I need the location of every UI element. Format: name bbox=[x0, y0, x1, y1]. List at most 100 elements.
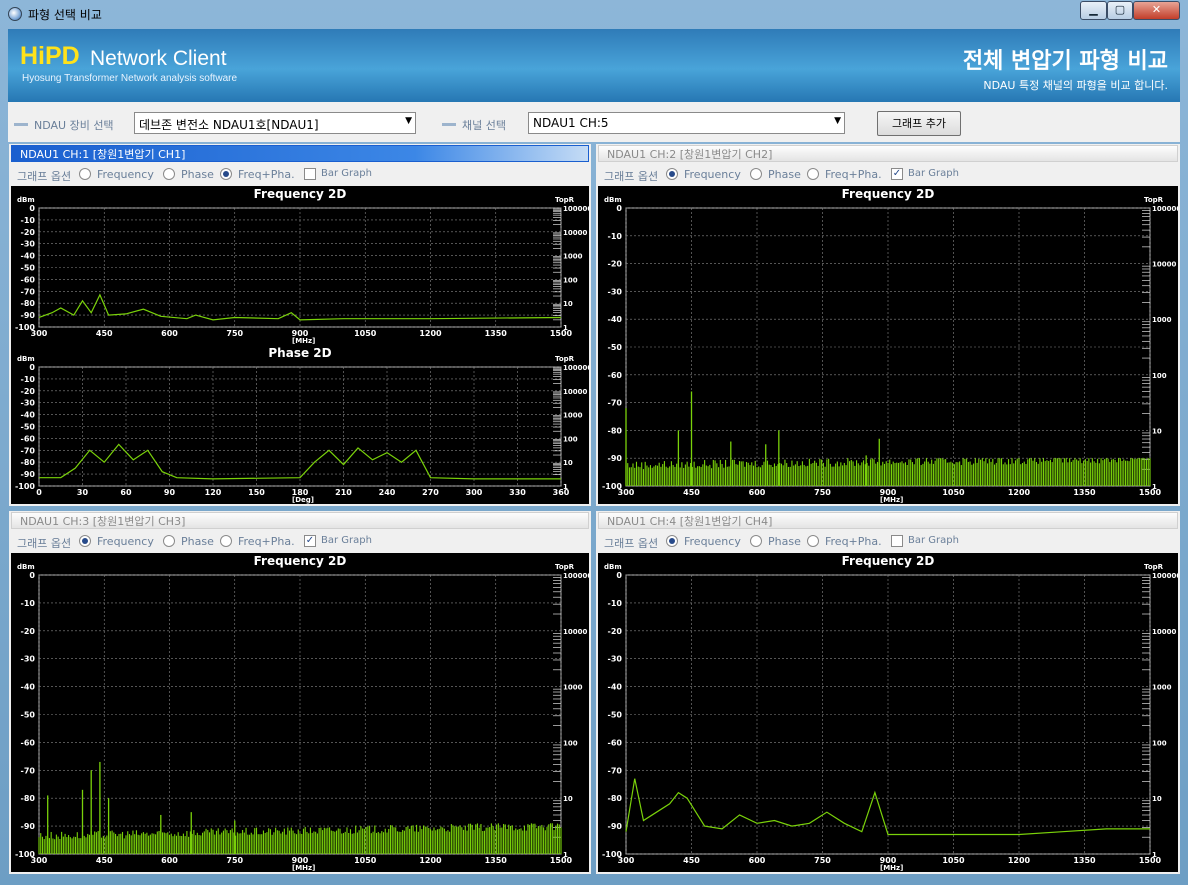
radio-freqpha-label[interactable]: Freq+Pha. bbox=[238, 168, 295, 181]
device-label: NDAU 장비 선택 bbox=[34, 119, 114, 132]
y-tick-label: -10 bbox=[21, 216, 36, 225]
panel-title[interactable]: NDAU1 CH:1 [창원1변압기 CH1] bbox=[11, 145, 589, 162]
radio-freqpha-label[interactable]: Freq+Pha. bbox=[825, 535, 882, 548]
y2-axis-label: TopR bbox=[555, 196, 575, 204]
close-button[interactable]: ✕ bbox=[1133, 1, 1180, 20]
x-tick-label: 270 bbox=[422, 488, 439, 497]
radio-phase[interactable] bbox=[163, 168, 175, 180]
y2-tick-label: 1000 bbox=[563, 412, 583, 420]
radio-frequency[interactable] bbox=[79, 535, 91, 547]
radio-phase[interactable] bbox=[750, 168, 762, 180]
x-tick-label: 450 bbox=[96, 329, 113, 338]
y-tick-label: -10 bbox=[21, 599, 36, 608]
y2-axis-label: TopR bbox=[555, 563, 575, 571]
bar-graph-checkbox[interactable]: ✓ bbox=[891, 168, 903, 180]
graph-options-label: 그래프 옵션 bbox=[17, 170, 72, 183]
title-bar[interactable]: 파형 선택 비교 ▁ ▢ ✕ bbox=[0, 0, 1188, 28]
page-title: 전체 변압기 파형 비교 bbox=[962, 49, 1168, 74]
channel-select[interactable]: NDAU1 CH:5 ▼ bbox=[528, 112, 845, 134]
maximize-button[interactable]: ▢ bbox=[1107, 1, 1133, 20]
y2-tick-label: 100000 bbox=[563, 364, 589, 372]
y-tick-label: -80 bbox=[21, 458, 36, 467]
chart: Frequency 2D dBm TopR [MHz] 0 -10 -20 -30 -40 -50… bbox=[602, 554, 1178, 872]
bar-graph-checkbox[interactable] bbox=[891, 535, 903, 547]
x-tick-label: 1050 bbox=[942, 856, 965, 865]
bar-graph-label[interactable]: Bar Graph bbox=[321, 535, 372, 546]
y-tick-label: -50 bbox=[21, 711, 36, 720]
radio-phase-label[interactable]: Phase bbox=[181, 168, 214, 181]
x-tick-label: 600 bbox=[161, 856, 178, 865]
add-graph-button[interactable]: 그래프 추가 bbox=[877, 111, 961, 136]
chevron-down-icon: ▼ bbox=[834, 116, 841, 126]
y-tick-label: -60 bbox=[21, 275, 36, 284]
graph-options-label: 그래프 옵션 bbox=[17, 537, 72, 550]
x-tick-label: 750 bbox=[226, 329, 243, 338]
x-tick-label: 600 bbox=[749, 488, 766, 497]
radio-phase-label[interactable]: Phase bbox=[181, 535, 214, 548]
x-tick-label: 1050 bbox=[354, 329, 377, 338]
y-tick-label: -60 bbox=[608, 371, 623, 380]
x-tick-label: 120 bbox=[205, 488, 222, 497]
dash-icon bbox=[14, 123, 28, 126]
y2-tick-label: 1000 bbox=[1152, 684, 1172, 692]
app-window: 파형 선택 비교 ▁ ▢ ✕ HiPD Network Client Hyosu… bbox=[0, 0, 1188, 885]
graph-area: Frequency 2D dBm TopR [MHz] 0 -10 -20 -30 -40 -50… bbox=[598, 553, 1178, 872]
x-axis-label: [MHz] bbox=[292, 864, 315, 872]
radio-phase[interactable] bbox=[750, 535, 762, 547]
radio-phase-label[interactable]: Phase bbox=[768, 168, 801, 181]
x-tick-label: 30 bbox=[77, 488, 89, 497]
radio-frequency-label[interactable]: Frequency bbox=[97, 535, 154, 548]
radio-frequency-label[interactable]: Frequency bbox=[684, 168, 741, 181]
y2-tick-label: 10000 bbox=[1152, 628, 1176, 636]
y2-tick-label: 10 bbox=[563, 795, 573, 803]
x-tick-label: 300 bbox=[31, 856, 48, 865]
radio-frequency-label[interactable]: Frequency bbox=[97, 168, 154, 181]
x-tick-label: 450 bbox=[96, 856, 113, 865]
y-tick-label: -50 bbox=[21, 264, 36, 273]
minimize-button[interactable]: ▁ bbox=[1080, 1, 1107, 20]
device-select[interactable]: 데브존 변전소 NDAU1호[NDAU1] ▼ bbox=[134, 112, 416, 134]
y-tick-label: -90 bbox=[21, 311, 36, 320]
radio-freqpha[interactable] bbox=[220, 535, 232, 547]
x-tick-label: 300 bbox=[31, 329, 48, 338]
radio-phase-label[interactable]: Phase bbox=[768, 535, 801, 548]
bar-graph-checkbox[interactable] bbox=[304, 168, 316, 180]
radio-frequency[interactable] bbox=[666, 168, 678, 180]
panel-title[interactable]: NDAU1 CH:2 [창원1변압기 CH2] bbox=[598, 145, 1178, 162]
y-tick-label: -40 bbox=[608, 315, 623, 324]
x-tick-label: 1500 bbox=[1139, 488, 1162, 497]
bar-graph-label[interactable]: Bar Graph bbox=[908, 535, 959, 546]
bar-graph-label[interactable]: Bar Graph bbox=[321, 168, 372, 179]
y2-tick-label: 100 bbox=[1152, 372, 1167, 380]
y2-tick-label: 1000 bbox=[1152, 316, 1172, 324]
x-tick-label: 1350 bbox=[1073, 488, 1096, 497]
radio-freqpha[interactable] bbox=[220, 168, 232, 180]
radio-frequency-label[interactable]: Frequency bbox=[684, 535, 741, 548]
x-tick-label: 1500 bbox=[550, 856, 573, 865]
x-tick-label: 1500 bbox=[1139, 856, 1162, 865]
panel-title[interactable]: NDAU1 CH:4 [창원1변압기 CH4] bbox=[598, 512, 1178, 529]
radio-frequency[interactable] bbox=[666, 535, 678, 547]
radio-freqpha-label[interactable]: Freq+Pha. bbox=[825, 168, 882, 181]
toolbar: NDAU 장비 선택 데브존 변전소 NDAU1호[NDAU1] ▼ 채널 선택… bbox=[8, 102, 1180, 142]
chart-title: Frequency 2D bbox=[254, 554, 347, 568]
graph-options: 그래프 옵션 Frequency Phase Freq+Pha. Bar Graph bbox=[9, 163, 591, 186]
bar-graph-label[interactable]: Bar Graph bbox=[908, 168, 959, 179]
graph-panel-ch1: NDAU1 CH:1 [창원1변압기 CH1] 그래프 옵션 Frequency Ph… bbox=[9, 144, 591, 506]
graph-options: 그래프 옵션 Frequency Phase Freq+Pha. ✓ Bar Graph bbox=[9, 530, 591, 553]
radio-freqpha-label[interactable]: Freq+Pha. bbox=[238, 535, 295, 548]
radio-phase[interactable] bbox=[163, 535, 175, 547]
radio-freqpha[interactable] bbox=[807, 535, 819, 547]
y-tick-label: -70 bbox=[21, 446, 36, 455]
bar-graph-checkbox[interactable]: ✓ bbox=[304, 535, 316, 547]
y2-tick-label: 100000 bbox=[563, 572, 589, 580]
radio-freqpha[interactable] bbox=[807, 168, 819, 180]
x-tick-label: 150 bbox=[248, 488, 265, 497]
radio-frequency[interactable] bbox=[79, 168, 91, 180]
y2-tick-label: 10000 bbox=[563, 388, 587, 396]
x-tick-label: 600 bbox=[749, 856, 766, 865]
y-tick-label: -50 bbox=[608, 343, 623, 352]
panel-title[interactable]: NDAU1 CH:3 [창원1변압기 CH3] bbox=[11, 512, 589, 529]
y-tick-label: -10 bbox=[608, 599, 623, 608]
graph-panel-ch2: NDAU1 CH:2 [창원1변압기 CH2] 그래프 옵션 Frequency Ph… bbox=[596, 144, 1180, 506]
